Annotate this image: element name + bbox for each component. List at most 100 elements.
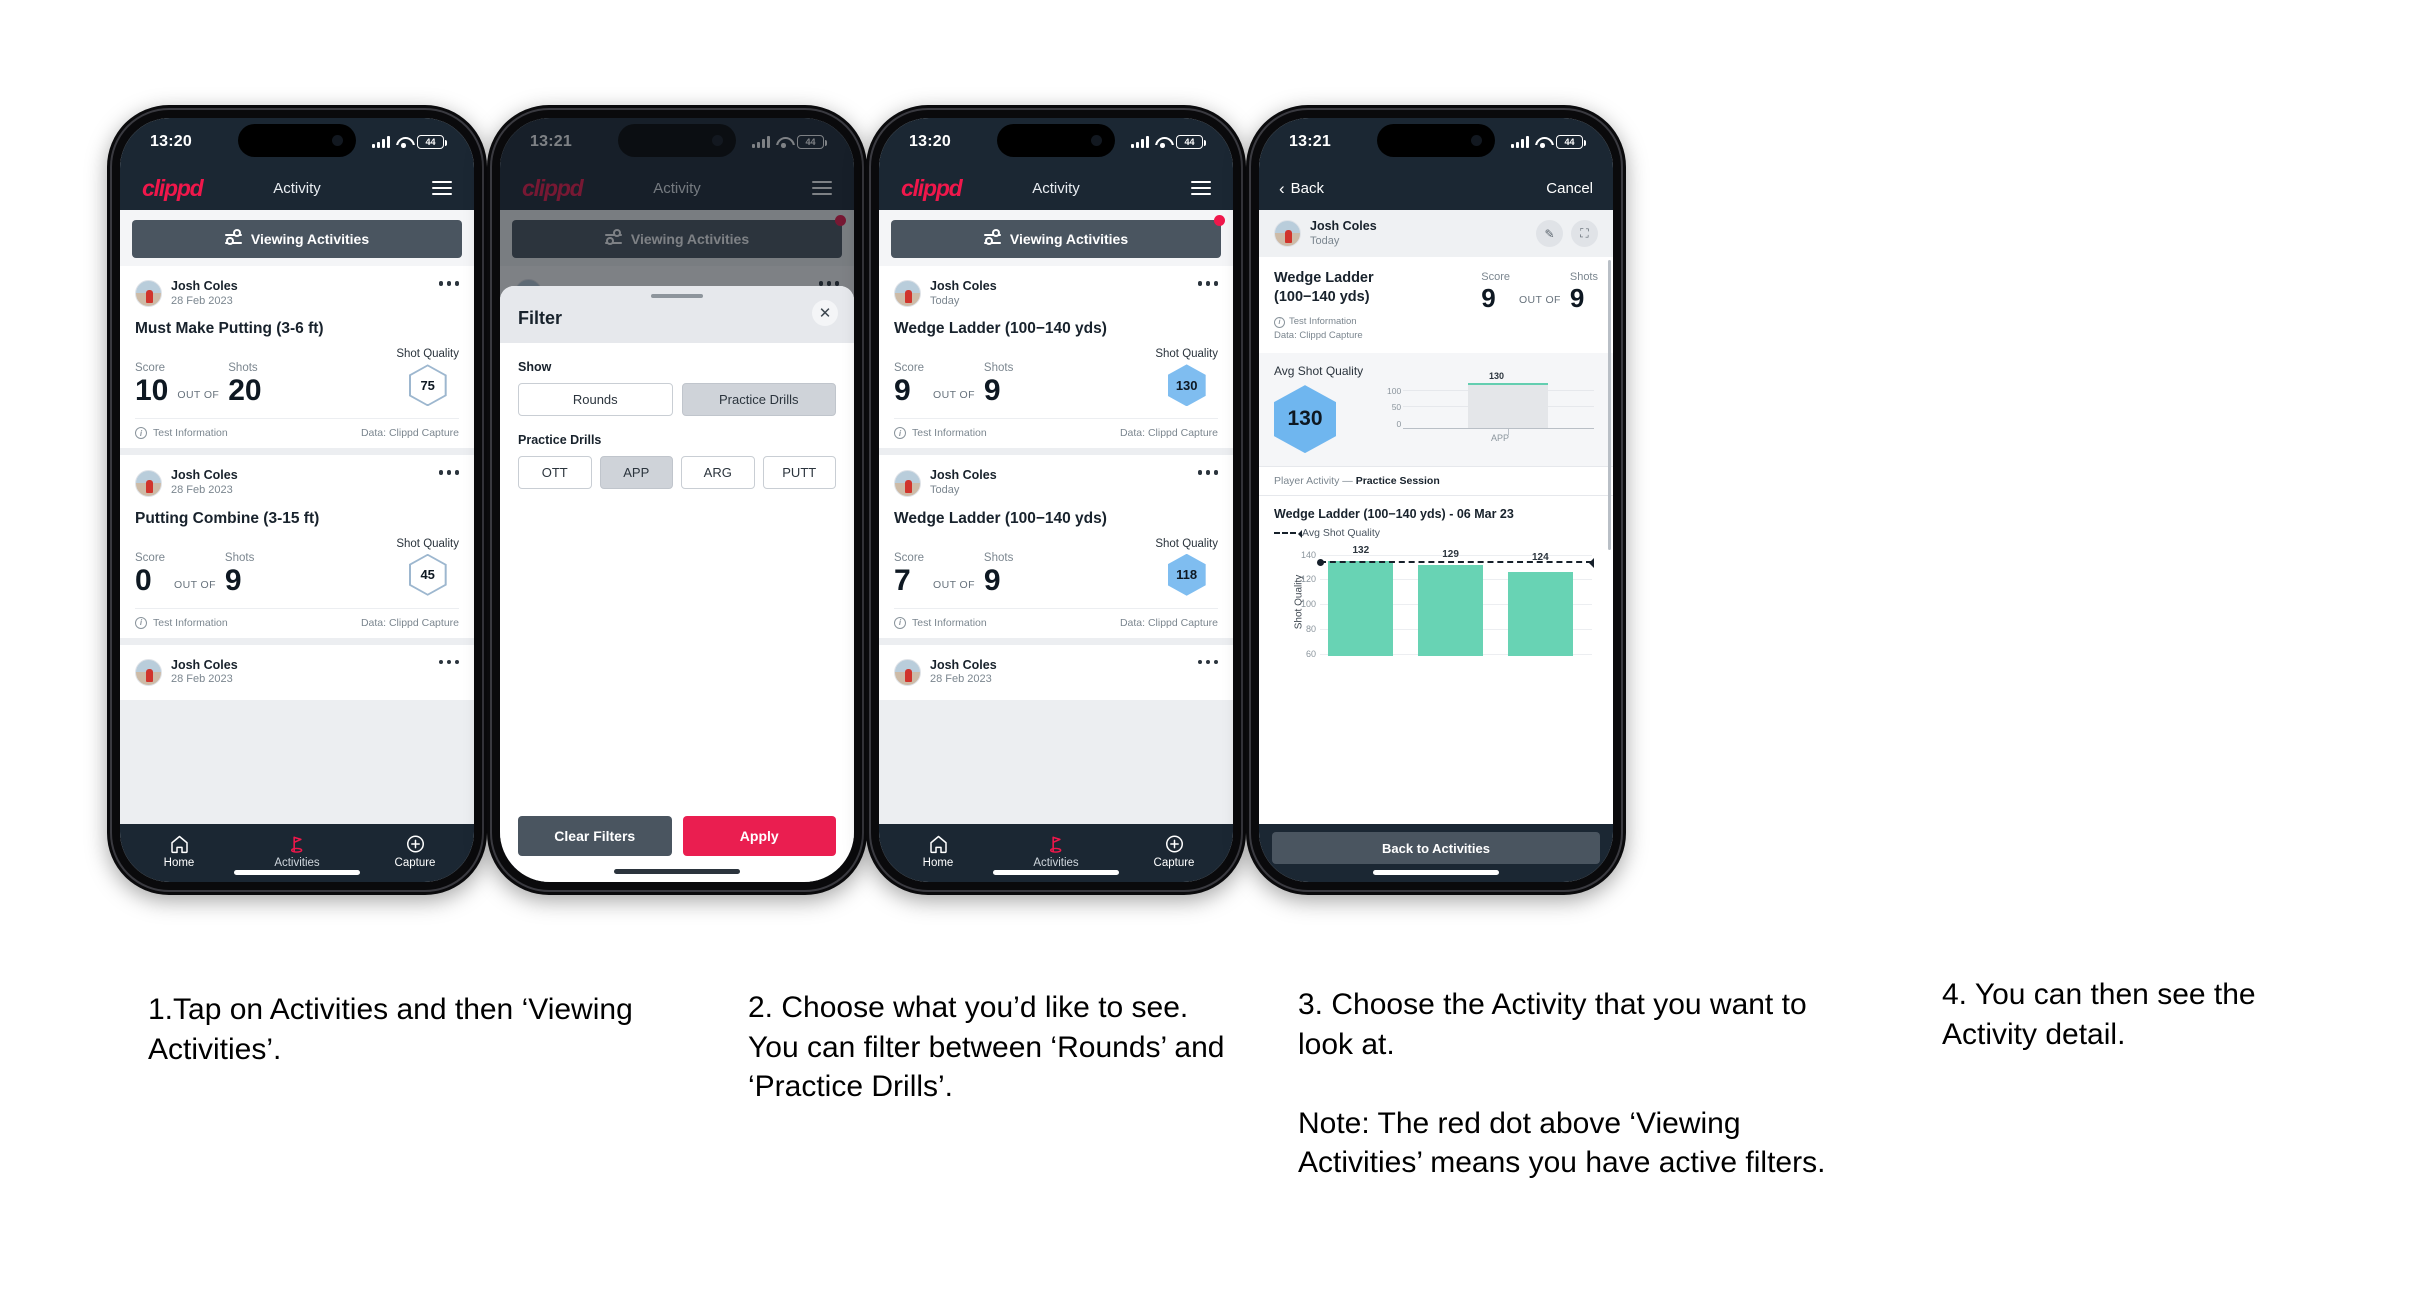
filter-option-rounds[interactable]: Rounds <box>518 383 673 416</box>
hamburger-icon[interactable] <box>432 181 452 195</box>
clear-filters-button[interactable]: Clear Filters <box>518 816 672 856</box>
more-options-icon[interactable] <box>438 659 459 665</box>
home-indicator <box>234 870 360 875</box>
drill-chip-app[interactable]: APP <box>599 456 673 489</box>
avatar <box>135 658 162 686</box>
activity-detail[interactable]: Josh Coles Today ✎ ⛶ Wedge Ladder (100−1… <box>1259 210 1613 824</box>
hamburger-icon[interactable] <box>1191 181 1211 195</box>
score-value: 9 <box>1481 283 1496 314</box>
activity-title: Must Make Putting (3-6 ft) <box>135 320 324 338</box>
section-label: Player Activity — Practice Session <box>1259 466 1613 497</box>
tab-activities[interactable]: Activities <box>238 833 356 869</box>
data-source-label: Data: Clippd Capture <box>360 616 459 629</box>
drill-chip-ott[interactable]: OTT <box>518 456 592 489</box>
viewing-activities-wrap: Viewing Activities <box>879 210 1233 266</box>
activity-card[interactable]: Josh Coles Today Wedge Ladder (100−140 y… <box>879 266 1233 449</box>
shot-quality: Shot Quality 118 <box>1155 538 1218 596</box>
shots-value: 20 <box>228 374 262 408</box>
activity-title: Wedge Ladder (100−140 yds) <box>894 320 1107 338</box>
home-icon <box>120 833 238 855</box>
viewing-activities-wrap: Viewing Activities <box>120 210 474 266</box>
out-of-label: OUT OF <box>174 578 216 591</box>
activity-card[interactable]: Josh Coles 28 Feb 2023 Must Make Putting… <box>120 266 474 449</box>
avatar <box>894 280 921 308</box>
tutorial-canvas: 13:20 44 clippd Activity Viewing Activit… <box>0 0 2423 1303</box>
expand-icon[interactable]: ⛶ <box>1571 220 1598 248</box>
status-bar: 13:21 44 <box>1259 118 1613 166</box>
clippd-logo: clippd <box>901 174 963 201</box>
card-stats: Score 0 OUT OF Shots 9 Shot Quality 45 <box>135 530 459 608</box>
viewing-activities-button[interactable]: Viewing Activities <box>132 220 462 258</box>
phone-1-screen: 13:20 44 clippd Activity Viewing Activit… <box>120 118 474 882</box>
status-time: 13:20 <box>909 133 951 150</box>
battery-icon: 44 <box>1556 135 1586 149</box>
back-button[interactable]: ‹ Back <box>1279 180 1324 197</box>
bar-value-2: 129 <box>1442 549 1459 561</box>
page-title: Activity <box>1032 179 1080 197</box>
more-options-icon[interactable] <box>1197 470 1218 475</box>
more-options-icon[interactable] <box>1197 659 1218 665</box>
card-footer: i Test Information Data: Clippd Capture <box>894 418 1218 448</box>
shot-quality-hexagon: 45 <box>408 553 447 596</box>
shots-label: Shots <box>1569 271 1598 284</box>
activity-card-partial[interactable]: Josh Coles 28 Feb 2023 <box>879 644 1233 701</box>
drill-chip-putt[interactable]: PUTT <box>762 456 836 489</box>
bar-3 <box>1507 571 1573 657</box>
shot-quality-label: Shot Quality <box>1155 348 1218 361</box>
viewing-activities-button[interactable]: Viewing Activities <box>891 215 1225 258</box>
sliders-icon <box>983 231 1001 246</box>
back-to-activities-button[interactable]: Back to Activities <box>1272 832 1600 864</box>
activity-feed[interactable]: Josh Coles Today Wedge Ladder (100−140 y… <box>879 266 1233 824</box>
cellular-icon <box>372 136 390 148</box>
scrollbar[interactable] <box>1608 260 1611 550</box>
detail-nav-bar: ‹ Back Cancel <box>1259 166 1613 210</box>
info-icon: i <box>894 427 906 440</box>
more-options-icon[interactable] <box>438 470 459 475</box>
phone-2: 13:21 44 clippd Activity Viewing Activit… <box>487 105 867 895</box>
clippd-logo: clippd <box>142 174 204 201</box>
cancel-button[interactable]: Cancel <box>1546 180 1593 197</box>
more-options-icon[interactable] <box>1197 281 1218 286</box>
activity-card-partial[interactable]: Josh Coles 28 Feb 2023 <box>120 644 474 701</box>
tab-capture[interactable]: Capture <box>356 833 474 869</box>
apply-button[interactable]: Apply <box>682 816 836 856</box>
show-segmented-control: Rounds Practice Drills <box>518 383 836 416</box>
test-information-label: Test Information <box>912 427 987 440</box>
tab-home[interactable]: Home <box>120 833 238 869</box>
out-of-label: OUT OF <box>933 578 975 591</box>
close-icon[interactable]: ✕ <box>812 300 838 326</box>
mini-ytick-0: 0 <box>1396 418 1402 429</box>
filter-option-practice-drills[interactable]: Practice Drills <box>681 383 836 416</box>
activity-card[interactable]: Josh Coles 28 Feb 2023 Putting Combine (… <box>120 455 474 638</box>
tab-home-label: Home <box>163 857 195 869</box>
shots-label: Shots <box>983 362 1014 375</box>
drill-chip-arg[interactable]: ARG <box>681 456 755 489</box>
chart-plot: Shot Quality 140 120 100 80 60 132 129 1… <box>1274 545 1598 659</box>
drag-handle[interactable] <box>651 294 703 298</box>
data-source-label: Data: Clippd Capture <box>1119 616 1218 629</box>
score-value: 7 <box>894 563 911 597</box>
tab-capture[interactable]: Capture <box>1115 833 1233 869</box>
mini-chart-yaxis: 100 50 0 <box>1375 373 1401 429</box>
chart-title: Wedge Ladder (100−140 yds) - 06 Mar 23 <box>1274 507 1514 522</box>
avg-shot-quality-line <box>1317 558 1594 569</box>
tab-activities[interactable]: Activities <box>997 833 1115 869</box>
bar-value-1: 132 <box>1352 545 1370 557</box>
battery-level: 44 <box>1184 136 1195 147</box>
activity-feed[interactable]: Josh Coles 28 Feb 2023 Must Make Putting… <box>120 266 474 824</box>
more-options-icon[interactable] <box>438 281 459 286</box>
tab-capture-label: Capture <box>1153 857 1195 869</box>
mini-chart-plot: 130 APP <box>1403 371 1594 443</box>
pencil-icon[interactable]: ✎ <box>1536 220 1563 248</box>
data-source-label: Data: Clippd Capture <box>1119 427 1218 440</box>
status-bar: 13:20 44 <box>879 118 1233 166</box>
card-stats: Score 9 OUT OF Shots 9 Shot Quality 130 <box>894 340 1218 418</box>
shot-quality-hexagon: 118 <box>1167 553 1206 596</box>
dynamic-island <box>997 124 1115 157</box>
viewing-activities-label: Viewing Activities <box>250 231 370 247</box>
shot-quality-label: Shot Quality <box>396 537 459 550</box>
detail-meta: i Test Information Data: Clippd Capture <box>1274 315 1386 344</box>
status-time: 13:21 <box>1289 133 1331 150</box>
tab-home[interactable]: Home <box>879 833 997 869</box>
activity-card[interactable]: Josh Coles Today Wedge Ladder (100−140 y… <box>879 455 1233 638</box>
